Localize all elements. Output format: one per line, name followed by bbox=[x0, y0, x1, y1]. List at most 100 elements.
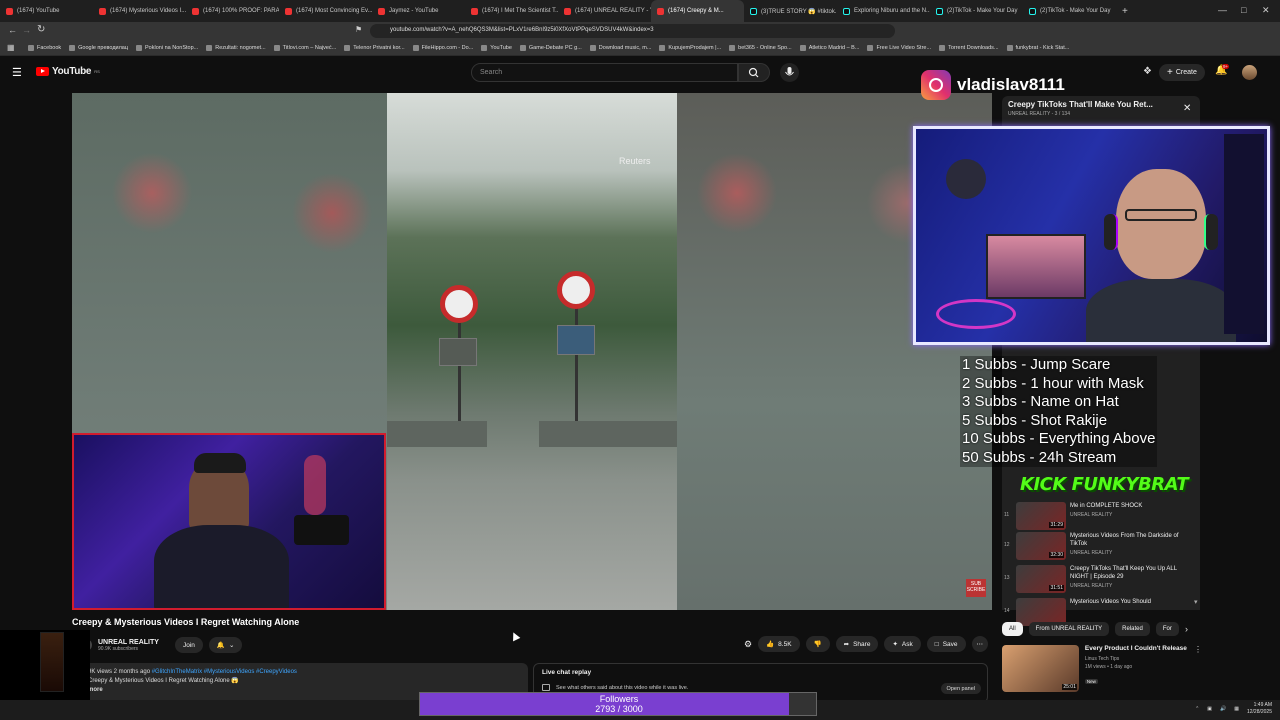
playlist-title[interactable]: Creepy TikToks That'll Make You Ret... bbox=[1008, 100, 1194, 109]
recommended-title[interactable]: Every Product I Couldn't Release bbox=[1085, 645, 1188, 653]
browser-tab[interactable]: (1674) Most Convincing Ev... bbox=[279, 0, 372, 22]
subscribed-bell-button[interactable]: 🔔 ⌄ bbox=[208, 637, 243, 653]
search-button[interactable] bbox=[738, 63, 770, 82]
create-button[interactable]: + Create bbox=[1159, 64, 1205, 81]
recommended-video[interactable]: 25:01 Every Product I Couldn't Release L… bbox=[1002, 645, 1202, 693]
bookmark-item[interactable]: Download music, m... bbox=[589, 44, 651, 51]
filter-chip[interactable]: For bbox=[1155, 622, 1179, 636]
bookmark-item[interactable]: Torrent Downloads... bbox=[939, 44, 999, 51]
cap bbox=[194, 453, 246, 473]
bookmark-item[interactable]: KupujemProdajem |... bbox=[659, 44, 721, 51]
recommended-channel[interactable]: Linus Tech Tips bbox=[1085, 656, 1188, 662]
channel-info[interactable]: UNREAL REALITY 90.9K subscribers bbox=[98, 639, 159, 652]
url-bar[interactable]: youtube.com/watch?v=A_nehQ6QS3M&list=PLx… bbox=[370, 24, 895, 38]
bookmark-label: YouTube bbox=[490, 44, 512, 51]
playlist-item[interactable]: 13 31:51 Creepy TikToks That'll Keep You U… bbox=[1002, 565, 1200, 597]
playlist-item-title[interactable]: Mysterious Videos You Should bbox=[1070, 598, 1190, 606]
info-panel bbox=[557, 325, 595, 355]
chevron-up-icon[interactable]: ⌃ bbox=[1195, 706, 1199, 712]
forward-icon[interactable]: → bbox=[22, 25, 31, 35]
back-icon[interactable]: ← bbox=[8, 25, 17, 35]
like-button[interactable]: 👍 8.5K bbox=[758, 636, 800, 652]
clock[interactable]: 1:49 AM 12/28/2025 bbox=[1247, 702, 1272, 716]
close-window-icon[interactable]: ✕ bbox=[1262, 5, 1270, 16]
playlist-item-thumbnail[interactable]: 32:30 bbox=[1016, 532, 1066, 560]
tab-label: (1674) UNREAL REALITY - Y... bbox=[575, 8, 651, 14]
playlist-item-title[interactable]: Me in COMPLETE SHOCK bbox=[1070, 502, 1190, 510]
apps-grid-icon[interactable]: ▦ bbox=[7, 43, 15, 52]
channel-name[interactable]: UNREAL REALITY bbox=[98, 639, 159, 646]
bookmark-item[interactable]: Pokloni na NonStop... bbox=[136, 44, 198, 51]
gear-icon[interactable]: ⚙ bbox=[744, 639, 752, 650]
new-tab-icon[interactable]: + bbox=[1122, 6, 1128, 17]
bookmark-item[interactable]: Telenor Privatni kor... bbox=[344, 44, 405, 51]
browser-tab[interactable]: Exploring Niburu and the N... bbox=[837, 0, 930, 22]
join-button[interactable]: Join bbox=[174, 637, 203, 653]
bookmark-item[interactable]: Atletico Madrid – B... bbox=[799, 44, 859, 51]
search-input[interactable]: Search bbox=[471, 63, 738, 82]
cast-icon[interactable]: ❖ bbox=[1143, 66, 1152, 77]
tiktok-icon bbox=[936, 7, 943, 15]
language-icon[interactable]: ▦ bbox=[1234, 706, 1239, 712]
reload-icon[interactable]: ↻ bbox=[37, 24, 45, 35]
playlist-item-title[interactable]: Creepy TikToks That'll Keep You Up ALL N… bbox=[1070, 565, 1190, 581]
open-panel-button[interactable]: Open panel bbox=[940, 683, 981, 694]
chevron-right-icon[interactable]: › bbox=[1185, 624, 1188, 634]
share-button[interactable]: ➦ Share bbox=[835, 636, 879, 652]
hashtags[interactable]: #GlitchInTheMatrix #MysteriousVideos #Cr… bbox=[152, 669, 297, 675]
recommended-thumbnail[interactable]: 25:01 bbox=[1002, 645, 1079, 692]
youtube-logo[interactable]: YouTube RS bbox=[36, 66, 100, 77]
more-vertical-icon[interactable]: ⋮ bbox=[1194, 645, 1202, 693]
bookmark-item[interactable]: Rezultati: nogomet... bbox=[206, 44, 266, 51]
bookmark-label: Free Live Video Stre... bbox=[876, 44, 932, 51]
bookmark-item[interactable]: FileHippo.com - Do... bbox=[412, 44, 473, 51]
bookmark-item[interactable]: Game-Debate PC g... bbox=[519, 44, 582, 51]
playlist-item-thumbnail[interactable]: 31:51 bbox=[1016, 565, 1066, 593]
save-button[interactable]: □ Save bbox=[926, 636, 966, 652]
browser-tab[interactable]: (1674) 100% PROOF: PARA... bbox=[186, 0, 279, 22]
browser-tab[interactable]: (2)TikTok - Make Your Day bbox=[930, 0, 1023, 22]
bookmark-favicon-icon bbox=[867, 44, 874, 51]
browser-tab[interactable]: (3)TRUE STORY 😱 #tiktok... bbox=[744, 0, 837, 22]
bookmark-item[interactable]: bet365 - Online Spo... bbox=[729, 44, 792, 51]
tiktok-icon bbox=[843, 7, 850, 15]
bookmarks-bar: Facebook Google преводилац Pokloni na NonS… bbox=[0, 40, 1280, 56]
filter-chip[interactable]: All bbox=[1002, 622, 1023, 636]
headphones-left bbox=[1104, 214, 1118, 250]
playlist-item[interactable]: 12 32:30 Mysterious Videos From The Darksi… bbox=[1002, 532, 1200, 564]
minimize-icon[interactable]: — bbox=[1218, 5, 1227, 15]
voice-search-button[interactable] bbox=[780, 63, 799, 82]
filter-chip[interactable]: From UNREAL REALITY bbox=[1028, 622, 1110, 636]
playlist-item-title[interactable]: Mysterious Videos From The Darkside of T… bbox=[1070, 532, 1190, 548]
bookmark-item[interactable]: funkybrat - Kick Stat... bbox=[1006, 44, 1069, 51]
more-actions-button[interactable]: ⋯ bbox=[971, 636, 989, 652]
playlist-item-thumbnail[interactable]: 31:29 bbox=[1016, 502, 1066, 530]
browser-tab[interactable]: (1674) Mysterious Videos I... bbox=[93, 0, 186, 22]
browser-tab[interactable]: (1674) Creepy & M... bbox=[651, 0, 744, 22]
close-playlist-icon[interactable]: ✕ bbox=[1183, 103, 1191, 114]
browser-tab[interactable]: Jaymez - YouTube bbox=[372, 0, 465, 22]
bookmark-item[interactable]: YouTube bbox=[481, 44, 512, 51]
bookmark-item[interactable]: Titlovi.com – Najveć... bbox=[273, 44, 336, 51]
speaker-icon[interactable]: 🔊 bbox=[1220, 706, 1226, 712]
browser-tab[interactable]: (1674) I Met The Scientist T... bbox=[465, 0, 558, 22]
bookmark-item[interactable]: Free Live Video Stre... bbox=[867, 44, 932, 51]
browser-tab[interactable]: (1674) UNREAL REALITY - Y... bbox=[558, 0, 651, 22]
account-avatar[interactable] bbox=[1242, 65, 1257, 80]
bookmark-item[interactable]: Google преводилац bbox=[69, 44, 128, 51]
bookmark-item[interactable]: Facebook bbox=[28, 44, 61, 51]
bookmark-favicon-icon bbox=[589, 44, 596, 51]
menu-icon[interactable]: ☰ bbox=[12, 66, 22, 79]
filter-chip[interactable]: Related bbox=[1115, 622, 1150, 636]
bookmark-icon[interactable]: ⚑ bbox=[355, 25, 362, 34]
search-placeholder: Search bbox=[480, 69, 503, 76]
network-icon[interactable]: ▣ bbox=[1207, 706, 1212, 712]
ask-button[interactable]: ✦ Ask bbox=[884, 636, 921, 652]
chevron-down-icon[interactable]: ▾ bbox=[1194, 598, 1198, 606]
dislike-button[interactable]: 👎 bbox=[805, 636, 830, 652]
playlist-item-duration: 32:30 bbox=[1049, 552, 1064, 558]
browser-tab[interactable]: (1674) YouTube bbox=[0, 0, 93, 22]
browser-tab[interactable]: (2)TikTok - Make Your Day bbox=[1023, 0, 1116, 22]
maximize-icon[interactable]: □ bbox=[1241, 5, 1246, 15]
playlist-item[interactable]: 11 31:29 Me in COMPLETE SHOCK UNREAL REALIT… bbox=[1002, 502, 1200, 534]
